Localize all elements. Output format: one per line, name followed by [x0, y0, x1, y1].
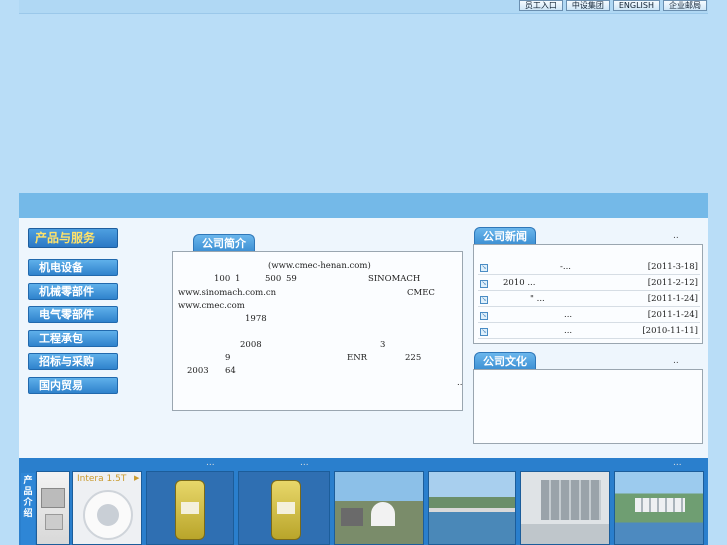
play-triangle-icon: ▶ — [134, 474, 140, 482]
culture-more-link[interactable]: .. — [673, 356, 679, 366]
strip-dots: ... — [206, 458, 215, 468]
news-box: ↘ -... [2011-3-18] ↘ 2010 ... [2011-2-12… — [473, 244, 703, 344]
product-thumb-dam[interactable] — [428, 471, 516, 545]
arrow-bullet-icon: ↘ — [480, 296, 488, 304]
intro-text: www.cmec.com — [178, 301, 245, 311]
intro-text: 2003 — [187, 366, 209, 376]
strip-dots: ... — [300, 458, 309, 468]
intro-text: ENR — [347, 353, 368, 363]
staff-entrance-link[interactable]: 员工入口 — [518, 0, 563, 11]
mail-link[interactable]: 企业邮局 — [663, 0, 707, 11]
nav-band — [19, 193, 708, 218]
english-link[interactable]: ENGLISH — [612, 0, 660, 11]
news-row: ↘ ... [2011-1-24] — [478, 307, 700, 323]
product-thumb-control-room[interactable] — [520, 471, 610, 545]
news-title-link[interactable]: 2010 ... — [498, 278, 648, 288]
intro-text: 1 — [235, 274, 241, 284]
product-thumb-mri[interactable]: Intera 1.5T ▶ — [72, 471, 142, 545]
sidebar-item-mech-parts[interactable]: 机械零部件 — [28, 282, 118, 300]
sidebar: 产品与服务 机电设备 机械零部件 电气零部件 工程承包 招标与采购 国内贸易 — [28, 228, 118, 400]
news-date: [2011-2-12] — [647, 278, 698, 288]
product-thumb-oil-1[interactable] — [146, 471, 234, 545]
news-row: ↘ -... [2011-3-18] — [478, 259, 700, 275]
intro-more-link[interactable]: .. — [457, 378, 462, 388]
intro-text: 3 — [380, 340, 386, 350]
intro-text: CMEC — [407, 288, 435, 298]
intro-text: 64 — [225, 366, 236, 376]
sidebar-item-domestic-trade[interactable]: 国内贸易 — [28, 376, 118, 394]
tab-company-news[interactable]: 公司新闻 — [474, 227, 536, 245]
news-title-link[interactable]: " ... — [498, 294, 648, 304]
news-title-link[interactable]: ... — [498, 326, 648, 336]
news-date: [2011-3-18] — [647, 262, 698, 272]
sidebar-item-elec-parts[interactable]: 电气零部件 — [28, 306, 118, 323]
news-title-link[interactable]: -... — [498, 262, 648, 272]
top-bar: 员工入口 中设集团 ENGLISH 企业邮局 — [19, 0, 708, 14]
product-thumb-biogas-plant[interactable] — [334, 471, 424, 545]
sidebar-title: 产品与服务 — [28, 228, 118, 248]
arrow-bullet-icon: ↘ — [480, 280, 488, 288]
culture-box — [473, 369, 703, 444]
news-date: [2011-1-24] — [647, 310, 698, 320]
news-row: ↘ ... [2010-11-11] — [478, 323, 700, 339]
intro-text: www.sinomach.com.cn — [178, 288, 277, 298]
arrow-bullet-icon: ↘ — [480, 264, 488, 272]
thumb-caption: Intera 1.5T — [77, 474, 127, 484]
top-links: 员工入口 中设集团 ENGLISH 企业邮局 — [518, 0, 707, 11]
sidebar-item-mech-elec[interactable]: 机电设备 — [28, 259, 118, 276]
arrow-bullet-icon: ↘ — [480, 328, 488, 336]
product-thumb-oil-2[interactable] — [238, 471, 330, 545]
intro-text: 1978 — [245, 314, 267, 324]
news-more-link[interactable]: .. — [673, 231, 679, 241]
sidebar-item-engineering[interactable]: 工程承包 — [28, 329, 118, 347]
intro-box: (www.cmec-henan.com) 100 1 500 59 SINOMA… — [172, 251, 463, 411]
news-date: [2011-1-24] — [647, 294, 698, 304]
news-row: ↘ 2010 ... [2011-2-12] — [478, 275, 700, 291]
product-thumb-machine[interactable] — [36, 471, 70, 545]
tab-company-intro[interactable]: 公司简介 — [193, 234, 255, 252]
news-date: [2010-11-11] — [642, 326, 698, 336]
product-thumb-industrial-park[interactable] — [614, 471, 704, 545]
product-intro-label: 产品介绍 — [21, 473, 35, 545]
arrow-bullet-icon: ↘ — [480, 312, 488, 320]
intro-text: 100 — [214, 274, 231, 284]
intro-text: 500 — [265, 274, 282, 284]
intro-text: (www.cmec-henan.com) — [268, 261, 371, 271]
sidebar-item-bidding[interactable]: 招标与采购 — [28, 353, 118, 370]
news-title-link[interactable]: ... — [498, 310, 648, 320]
intro-text: 9 — [225, 353, 231, 363]
intro-text: 225 — [405, 353, 422, 363]
group-link[interactable]: 中设集团 — [565, 0, 610, 11]
intro-text: 59 — [286, 274, 297, 284]
intro-text: SINOMACH — [368, 274, 421, 284]
news-row: ↘ " ... [2011-1-24] — [478, 291, 700, 307]
tab-company-culture[interactable]: 公司文化 — [474, 352, 536, 370]
strip-dots: ... — [673, 458, 682, 468]
intro-text: 2008 — [240, 340, 262, 350]
